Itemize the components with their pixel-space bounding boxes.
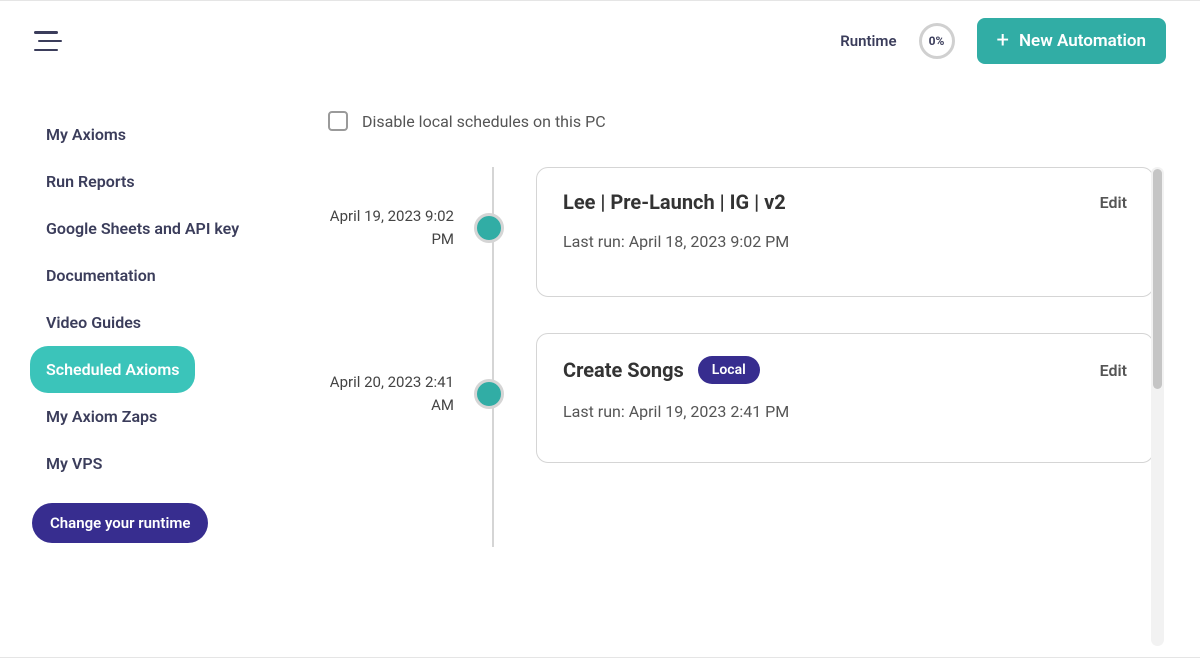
timeline-dot (474, 379, 504, 409)
edit-link[interactable]: Edit (1100, 361, 1127, 380)
timeline: April 19, 2023 9:02 PM Lee | Pre-Launch … (320, 167, 1164, 463)
header: Runtime 0% + New Automation (0, 1, 1200, 81)
sidebar-item-scheduled-axioms[interactable]: Scheduled Axioms (30, 346, 195, 393)
card-title: Lee | Pre-Launch | IG | v2 (563, 190, 786, 214)
sidebar: My Axioms Run Reports Google Sheets and … (0, 81, 300, 543)
new-automation-label: New Automation (1019, 31, 1146, 51)
timeline-item: April 20, 2023 2:41 AM Create Songs Loca… (320, 333, 1164, 463)
content-area: Disable local schedules on this PC April… (300, 81, 1200, 543)
sidebar-item-documentation[interactable]: Documentation (30, 252, 172, 299)
card-title-row: Lee | Pre-Launch | IG | v2 (563, 190, 786, 214)
runtime-label: Runtime (840, 32, 896, 50)
sidebar-item-video-guides[interactable]: Video Guides (30, 299, 157, 346)
scrollbar-thumb[interactable] (1153, 169, 1162, 389)
card-title-row: Create Songs Local (563, 356, 760, 384)
runtime-badge: 0% (919, 23, 955, 59)
sidebar-item-run-reports[interactable]: Run Reports (30, 158, 151, 205)
change-runtime-button[interactable]: Change your runtime (32, 503, 208, 543)
sidebar-item-my-vps[interactable]: My VPS (30, 440, 118, 487)
card-last-run: Last run: April 19, 2023 2:41 PM (563, 402, 1127, 421)
timeline-card: Lee | Pre-Launch | IG | v2 Edit Last run… (536, 167, 1154, 297)
new-automation-button[interactable]: + New Automation (977, 18, 1166, 64)
local-badge: Local (698, 356, 760, 384)
disable-schedules-label: Disable local schedules on this PC (362, 112, 606, 131)
scrollbar-track[interactable] (1151, 167, 1164, 646)
timeline-date: April 20, 2023 2:41 AM (320, 333, 460, 416)
card-title: Create Songs (563, 358, 684, 382)
sidebar-item-google-sheets[interactable]: Google Sheets and API key (30, 205, 255, 252)
timeline-date: April 19, 2023 9:02 PM (320, 167, 460, 250)
main-container: My Axioms Run Reports Google Sheets and … (0, 81, 1200, 543)
menu-icon[interactable] (34, 31, 62, 51)
disable-schedules-row: Disable local schedules on this PC (328, 111, 1164, 131)
disable-schedules-checkbox[interactable] (328, 111, 348, 131)
card-header: Lee | Pre-Launch | IG | v2 Edit (563, 190, 1127, 214)
card-header: Create Songs Local Edit (563, 356, 1127, 384)
plus-icon: + (997, 30, 1009, 52)
timeline-item: April 19, 2023 9:02 PM Lee | Pre-Launch … (320, 167, 1164, 297)
header-right: Runtime 0% + New Automation (840, 18, 1166, 64)
sidebar-item-my-axioms[interactable]: My Axioms (30, 111, 142, 158)
timeline-dot (474, 213, 504, 243)
card-last-run: Last run: April 18, 2023 9:02 PM (563, 232, 1127, 251)
timeline-card: Create Songs Local Edit Last run: April … (536, 333, 1154, 463)
edit-link[interactable]: Edit (1100, 193, 1127, 212)
sidebar-item-my-axiom-zaps[interactable]: My Axiom Zaps (30, 393, 173, 440)
